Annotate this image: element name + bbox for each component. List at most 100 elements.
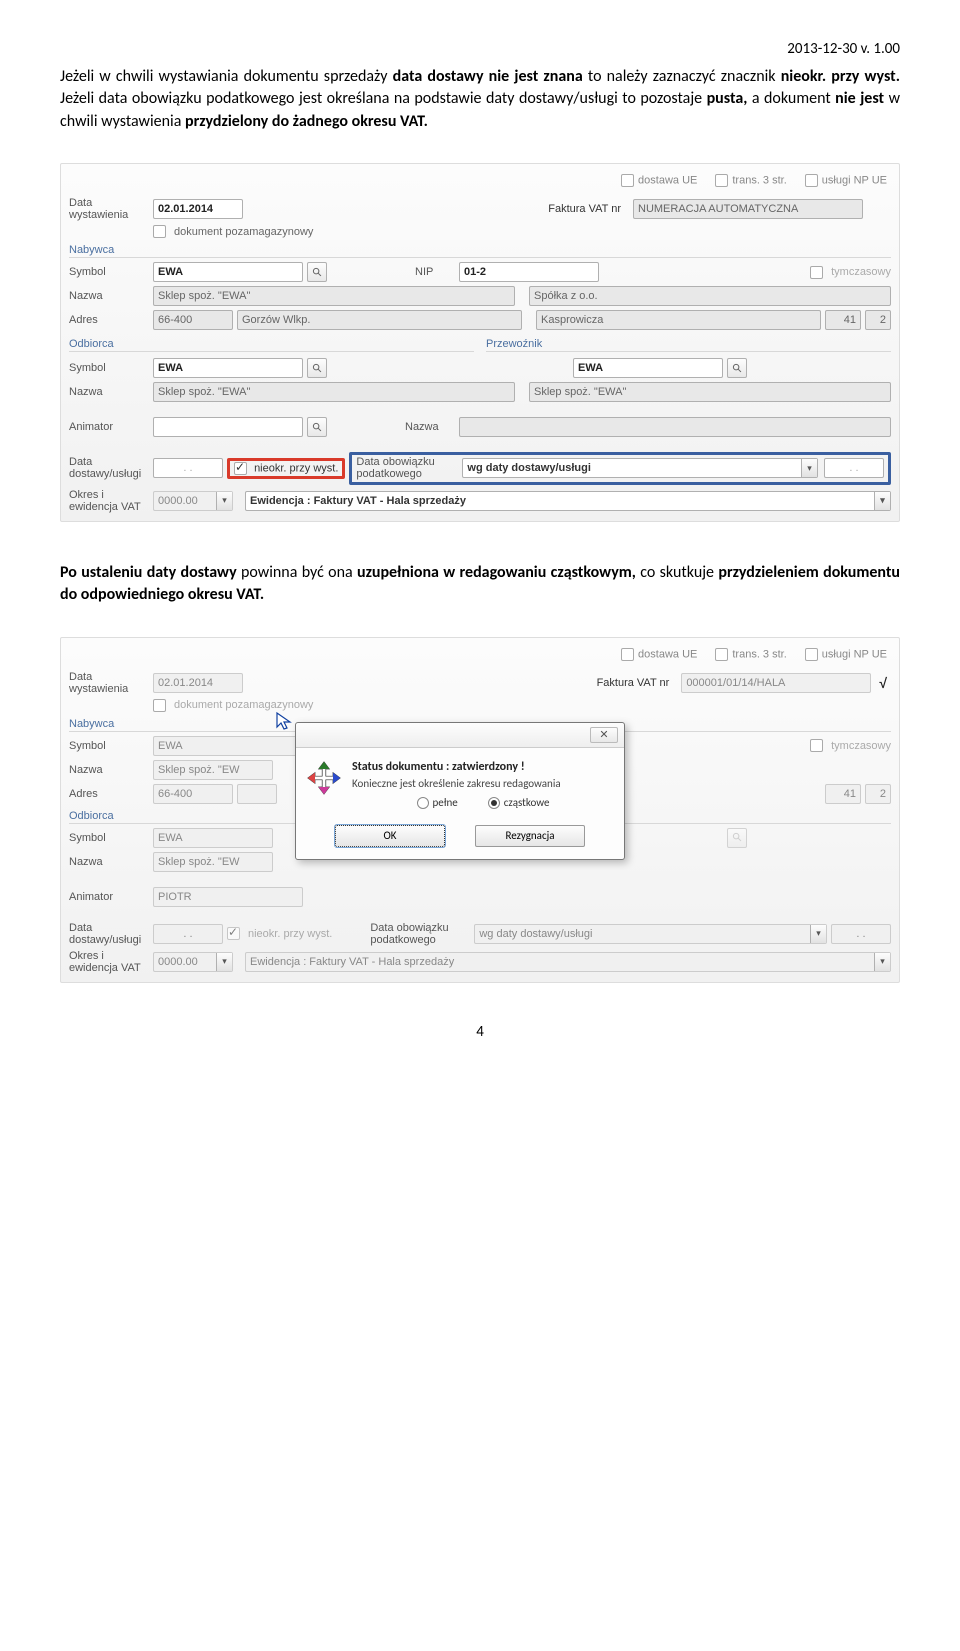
checkbox-dostawa-ue-2[interactable] xyxy=(621,648,634,661)
version-header: 2013-12-30 v. 1.00 xyxy=(60,40,900,58)
field-nazwa-nab-2: Sklep spoż. "EW xyxy=(153,760,273,780)
search-button-przewoznik[interactable] xyxy=(727,358,747,378)
search-button-animator[interactable] xyxy=(307,417,327,437)
label-data-wyst-2: Data wystawienia xyxy=(69,671,149,695)
search-button-nabywca[interactable] xyxy=(307,262,327,282)
t: dostawa UE xyxy=(638,648,697,660)
close-button[interactable]: ✕ xyxy=(590,727,618,743)
checkbox-trans-3str[interactable] xyxy=(715,174,728,187)
combo-ewid-2: Ewidencja : Faktury VAT - Hala sprzedaży xyxy=(245,952,891,972)
label-pozamagazynowy: dokument pozamagazynowy xyxy=(174,226,313,238)
label-nazwa-anim: Nazwa xyxy=(405,421,455,433)
page-number: 4 xyxy=(60,1023,900,1041)
search-button-disabled xyxy=(727,828,747,848)
t: Nazwa xyxy=(69,764,149,776)
divider-4 xyxy=(69,917,891,918)
label-nip: NIP xyxy=(415,266,455,278)
field-nip[interactable]: 01-2 xyxy=(459,262,599,282)
field-nazwa-przewoznik[interactable]: Sklep spoż. "EWA" xyxy=(529,382,891,402)
t: Po ustaleniu daty dostawy xyxy=(60,563,237,582)
field-animator[interactable] xyxy=(153,417,303,437)
field-symbol-odbiorca[interactable]: EWA xyxy=(153,358,303,378)
radio-pelne[interactable]: pełne xyxy=(417,796,458,809)
checkbox-uslugi-np-ue-2[interactable] xyxy=(805,648,818,661)
label-data-obowiazku: Data obowiązku podatkowego xyxy=(356,456,456,480)
field-data-obow-2: . . xyxy=(831,924,891,944)
field-miasto-2 xyxy=(237,784,277,804)
t: dostawa UE xyxy=(638,175,697,187)
paragraph-1: Jeżeli w chwili wystawiania dokumentu sp… xyxy=(60,66,900,133)
checkbox-nieokr[interactable] xyxy=(234,462,247,475)
checkbox-pozamag-2[interactable] xyxy=(153,699,166,712)
t: Data dostawy/usługi xyxy=(69,922,149,946)
checkbox-uslugi-np-ue[interactable] xyxy=(805,174,818,187)
field-nazwa-nabywca[interactable]: Sklep spoż. "EWA" xyxy=(153,286,515,306)
label-okres: Okres i ewidencja VAT xyxy=(69,489,149,513)
field-nr1[interactable]: 41 xyxy=(825,310,861,330)
combo-wg-daty[interactable]: wg daty dostawy/usługi xyxy=(462,458,818,478)
checkbox-tymczasowy[interactable] xyxy=(810,266,823,279)
status-dialog: ✕ Status dokumentu : zatwierdzony ! Koni… xyxy=(295,722,625,860)
field-nazwa-animator[interactable] xyxy=(459,417,891,437)
label-tymczasowy: tymczasowy xyxy=(831,266,891,278)
field-nr1-2: 41 xyxy=(825,784,861,804)
field-ulica[interactable]: Kasprowicza xyxy=(536,310,821,330)
t: przydzielony do żadnego okresu VAT. xyxy=(185,112,428,131)
field-forma[interactable]: Spółka z o.o. xyxy=(529,286,891,306)
t: pusta, xyxy=(707,89,748,108)
label-faktura-2: Faktura VAT nr xyxy=(597,677,670,689)
t: powinna być ona xyxy=(237,563,357,582)
field-nazwa-odbiorca[interactable]: Sklep spoż. "EWA" xyxy=(153,382,515,402)
t: Animator xyxy=(69,891,149,903)
t: 0000.00 xyxy=(154,953,216,971)
t: Okres i ewidencja VAT xyxy=(69,950,149,974)
t: trans. 3 str. xyxy=(732,648,786,660)
t: Symbol xyxy=(69,832,149,844)
checkbox-dostawa-ue[interactable] xyxy=(621,174,634,187)
search-button-odbiorca[interactable] xyxy=(307,358,327,378)
t: to należy zaznaczyć znacznik xyxy=(583,67,781,86)
checkbox-pozamagazynowy[interactable] xyxy=(153,225,166,238)
label-data-wystawienia: Data wystawienia xyxy=(69,197,149,221)
t: 0000.00 xyxy=(154,492,216,510)
t: usługi NP UE xyxy=(822,648,887,660)
divider xyxy=(69,412,891,413)
chevron-down-icon xyxy=(801,459,817,477)
field-nr2-2: 2 xyxy=(865,784,891,804)
field-symbol-nab-2: EWA xyxy=(153,736,303,756)
combo-okres[interactable]: 0000.00 xyxy=(153,491,233,511)
field-faktura-nr[interactable]: NUMERACJA AUTOMATYCZNA xyxy=(633,199,863,219)
field-data-obowiazku[interactable]: . . xyxy=(824,458,884,478)
radio-czastkowe[interactable]: cząstkowe xyxy=(488,796,550,809)
divider-3 xyxy=(69,882,891,883)
t: Jeżeli data obowiązku podatkowego jest o… xyxy=(60,89,707,108)
field-date[interactable]: 02.01.2014 xyxy=(153,199,243,219)
dialog-subtext: Konieczne jest określenie zakresu redago… xyxy=(352,777,614,790)
t: Symbol xyxy=(69,740,149,752)
field-symbol-przewoznik[interactable]: EWA xyxy=(573,358,723,378)
top-flags: dostawa UE trans. 3 str. usługi NP UE xyxy=(69,170,891,195)
t: nieokr. przy wyst. xyxy=(781,67,900,86)
paragraph-2: Po ustaleniu daty dostawy powinna być on… xyxy=(60,562,900,607)
combo-ewidencja[interactable]: Ewidencja : Faktury VAT - Hala sprzedaży xyxy=(245,491,891,511)
field-animator-2: PIOTR xyxy=(153,887,303,907)
field-kod[interactable]: 66-400 xyxy=(153,310,233,330)
label-animator: Animator xyxy=(69,421,149,433)
t: trans. 3 str. xyxy=(732,175,786,187)
dialog-titlebar: ✕ xyxy=(296,723,624,748)
combo-wgdaty-2: wg daty dostawy/usługi xyxy=(474,924,827,944)
field-miasto[interactable]: Gorzów Wlkp. xyxy=(237,310,522,330)
label-data-dostawy: Data dostawy/usługi xyxy=(69,456,149,480)
highlight-nieokr: nieokr. przy wyst. xyxy=(227,458,345,479)
top-flags-2: dostawa UE trans. 3 str. usługi NP UE xyxy=(69,644,891,669)
section-przewoznik: Przewoźnik xyxy=(486,338,891,352)
t: data dostawy nie jest znana xyxy=(393,67,583,86)
chevron-down-icon xyxy=(216,492,232,510)
cancel-button[interactable]: Rezygnacja xyxy=(475,825,585,847)
field-symbol-nabywca[interactable]: EWA xyxy=(153,262,303,282)
field-kod-2: 66-400 xyxy=(153,784,233,804)
field-nr2[interactable]: 2 xyxy=(865,310,891,330)
field-data-dostawy[interactable]: . . xyxy=(153,458,223,478)
ok-button[interactable]: OK xyxy=(335,825,445,847)
checkbox-trans-3str-2[interactable] xyxy=(715,648,728,661)
